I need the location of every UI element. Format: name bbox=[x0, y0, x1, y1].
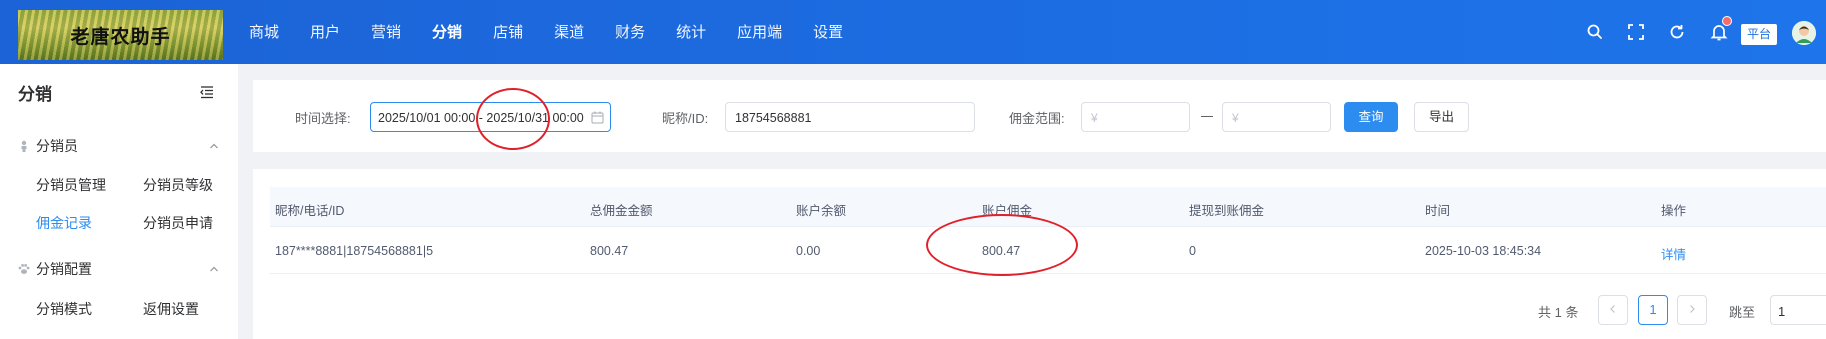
cell-total-commission: 800.47 bbox=[590, 244, 629, 258]
prev-page-button[interactable] bbox=[1598, 295, 1628, 325]
nav-item-app[interactable]: 应用端 bbox=[721, 0, 798, 64]
column-header-user: 昵称/电话/ID bbox=[275, 204, 345, 218]
cell-time: 2025-10-03 18:45:34 bbox=[1425, 244, 1542, 258]
platform-tag[interactable]: 平台 bbox=[1741, 24, 1777, 45]
sidebar-group-distribution-config[interactable]: 分销配置 bbox=[18, 259, 92, 279]
column-header-actions: 操作 bbox=[1661, 204, 1687, 218]
time-label: 时间选择: bbox=[295, 111, 351, 126]
fullscreen-icon[interactable] bbox=[1626, 22, 1646, 42]
nickname-label: 昵称/ID: bbox=[662, 111, 709, 126]
main-nav: 商城 用户 营销 分销 店铺 渠道 财务 统计 应用端 设置 bbox=[233, 0, 858, 64]
sidebar-item-commission-records[interactable]: 佣金记录 bbox=[36, 213, 92, 233]
brand-logo[interactable]: 老唐农助手 bbox=[18, 10, 223, 60]
search-icon[interactable] bbox=[1585, 22, 1605, 42]
nav-item-settings[interactable]: 设置 bbox=[797, 0, 859, 64]
chevron-right-icon bbox=[1690, 305, 1695, 313]
commission-max-placeholder: ¥ bbox=[1232, 111, 1239, 125]
nickname-id-input[interactable]: 18754568881 bbox=[725, 102, 975, 132]
sidebar-group-label: 分销配置 bbox=[36, 261, 92, 277]
cell-user: 187****8881|18754568881|5 bbox=[275, 244, 434, 258]
search-button[interactable]: 查询 bbox=[1344, 102, 1398, 132]
sidebar-title: 分销 bbox=[18, 85, 52, 104]
nav-item-mall[interactable]: 商城 bbox=[233, 0, 295, 64]
red-annotation-circle bbox=[926, 214, 1078, 276]
person-icon bbox=[18, 139, 30, 152]
chevron-up-icon[interactable] bbox=[208, 263, 220, 275]
sidebar-group-distributors[interactable]: 分销员 bbox=[18, 136, 78, 156]
page-number-button[interactable]: 1 bbox=[1638, 295, 1668, 325]
export-button[interactable]: 导出 bbox=[1414, 102, 1469, 132]
jump-to-page-input[interactable]: 1 bbox=[1770, 295, 1826, 325]
nickname-input-value: 18754568881 bbox=[735, 111, 812, 125]
sidebar-item-distributor-level[interactable]: 分销员等级 bbox=[143, 175, 213, 195]
cell-balance: 0.00 bbox=[796, 244, 821, 258]
sidebar: 分销 分销员 分销员管理 分销员等级 佣金记录 分销员申请 分销配置 分销模式 … bbox=[0, 64, 238, 339]
cell-withdrawn-commission: 0 bbox=[1189, 244, 1196, 258]
sidebar-item-distributor-management[interactable]: 分销员管理 bbox=[36, 175, 106, 195]
next-page-button[interactable] bbox=[1677, 295, 1707, 325]
red-annotation-circle bbox=[476, 88, 550, 150]
top-navbar: 老唐农助手 商城 用户 营销 分销 店铺 渠道 财务 统计 应用端 设置 平台 bbox=[0, 0, 1826, 64]
nav-item-marketing[interactable]: 营销 bbox=[355, 0, 417, 64]
notification-badge bbox=[1722, 16, 1732, 26]
nav-item-users[interactable]: 用户 bbox=[294, 0, 356, 64]
chevron-left-icon bbox=[1610, 305, 1615, 313]
commission-min-placeholder: ¥ bbox=[1091, 111, 1098, 125]
range-separator bbox=[1201, 116, 1213, 117]
column-header-time: 时间 bbox=[1425, 204, 1451, 218]
sidebar-group-label: 分销员 bbox=[36, 138, 78, 154]
column-header-total-commission: 总佣金金额 bbox=[590, 204, 653, 218]
commission-range-label: 佣金范围: bbox=[1009, 111, 1065, 126]
sidebar-item-distribution-mode[interactable]: 分销模式 bbox=[36, 299, 92, 319]
jump-to-label: 跳至 bbox=[1729, 305, 1756, 320]
column-header-withdrawn-commission: 提现到账佣金 bbox=[1189, 204, 1265, 218]
menu-fold-icon[interactable] bbox=[199, 84, 215, 100]
commission-min-input[interactable]: ¥ bbox=[1081, 102, 1190, 132]
column-header-balance: 账户余额 bbox=[796, 204, 847, 218]
sidebar-item-distributor-application[interactable]: 分销员申请 bbox=[143, 213, 213, 233]
detail-link[interactable]: 详情 bbox=[1661, 244, 1686, 263]
commission-max-input[interactable]: ¥ bbox=[1222, 102, 1331, 132]
nav-item-store[interactable]: 店铺 bbox=[477, 0, 539, 64]
nav-item-distribution[interactable]: 分销 bbox=[416, 0, 478, 64]
chevron-up-icon[interactable] bbox=[208, 140, 220, 152]
pagination-total: 共 1 条 bbox=[1538, 305, 1579, 320]
sidebar-item-rebate-settings[interactable]: 返佣设置 bbox=[143, 299, 199, 319]
jump-to-page-value: 1 bbox=[1778, 304, 1786, 319]
avatar[interactable] bbox=[1792, 21, 1816, 45]
logo-text: 老唐农助手 bbox=[70, 26, 171, 48]
nav-item-statistics[interactable]: 统计 bbox=[660, 0, 722, 64]
nav-item-finance[interactable]: 财务 bbox=[599, 0, 661, 64]
nav-item-channel[interactable]: 渠道 bbox=[538, 0, 600, 64]
paw-icon bbox=[18, 262, 30, 274]
calendar-icon bbox=[591, 111, 604, 124]
refresh-icon[interactable] bbox=[1667, 22, 1687, 42]
